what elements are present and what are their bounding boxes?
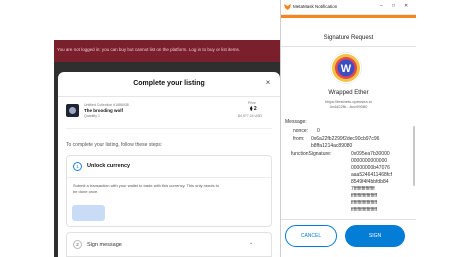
complete-listing-modal: Complete your listing × Untitled Collect…: [58, 72, 280, 257]
field-key: functionSignature:: [291, 151, 332, 157]
sign-button[interactable]: SIGN: [345, 225, 405, 247]
field-value: ffffffffffffffffffff: [351, 193, 378, 199]
maximize-icon[interactable]: □: [392, 3, 395, 9]
field-value: 7ffffffffffffffff: [351, 186, 375, 192]
minimize-icon[interactable]: –: [380, 3, 383, 9]
screen: You are not logged in: you can buy but c…: [0, 0, 465, 257]
item-name: The brooding wolf: [84, 108, 123, 113]
price-value: ⧫ 2: [250, 106, 257, 112]
field-value: 00000000b47076: [351, 165, 390, 171]
network-bar: [281, 15, 416, 18]
field-value: b8ffa1214ac89080: [311, 143, 353, 149]
window-title: MetaMask Notification: [293, 4, 338, 9]
field-value: ffffffffffffffffffff: [351, 200, 378, 206]
item-thumbnail: [66, 104, 79, 117]
price-usd: $4,977.24 USD: [238, 114, 262, 118]
field-value: 0x095ea7b30000: [351, 151, 390, 157]
field-value: ffffffffffffffffffff: [351, 207, 378, 213]
message-scrollbar[interactable]: [413, 126, 415, 186]
step-number: 2: [73, 240, 82, 249]
field-key: nonce:: [293, 128, 309, 134]
step-title: Unlock currency: [87, 163, 131, 169]
step-number: 1: [73, 162, 82, 171]
price-label: Price: [248, 101, 256, 105]
chevron-down-icon[interactable]: ⌄: [249, 240, 253, 246]
footer-divider: [281, 219, 416, 220]
field-key: from:: [293, 136, 305, 142]
cancel-button[interactable]: CANCEL: [285, 225, 337, 247]
item-quantity: Quantity 1: [84, 114, 100, 118]
instructions: To complete your listing, follow these s…: [66, 142, 163, 148]
close-icon[interactable]: ✕: [404, 3, 408, 9]
message-box[interactable]: nonce: 0 from: 0x6a22fb2299f2dec90cb97c9…: [285, 126, 412, 214]
metamask-fox-icon: [284, 4, 291, 10]
step-unlock-currency: 1 Unlock currency Submit a transaction w…: [66, 155, 272, 227]
message-label: Message:: [285, 119, 307, 125]
metamask-window: MetaMask Notification – □ ✕ Signature Re…: [280, 0, 416, 257]
field-value: 8549f4f4bbfdb84: [351, 179, 389, 185]
account-address: 0x4d22fb...Acc99080: [329, 104, 368, 109]
header-divider: [281, 46, 416, 47]
svg-text:W: W: [341, 63, 352, 75]
step-title: Sign message: [87, 242, 122, 248]
close-icon[interactable]: ×: [263, 78, 273, 88]
field-value: 0: [317, 128, 320, 134]
banner-text: You are not logged in: you can buy but c…: [57, 47, 240, 52]
modal-title: Complete your listing: [133, 80, 205, 87]
item-collection: Untitled Collection #1686938: [84, 103, 129, 107]
field-value: 0x6a22fb2299f2dec90cb97c96: [311, 136, 380, 142]
field-value: 0000000000000: [351, 158, 388, 164]
item-divider: [66, 128, 272, 129]
step-divider: [67, 177, 271, 178]
token-name: Wrapped Ether: [328, 90, 369, 96]
step-description: Submit a transaction with your wallet to…: [73, 183, 219, 194]
field-value: aaa5246411468fcf: [351, 172, 393, 178]
weth-token-icon: W: [330, 52, 362, 84]
modal-divider: [58, 96, 280, 97]
step-sign-message[interactable]: 2 Sign message ⌄: [66, 232, 272, 257]
unlock-button-loading[interactable]: [72, 205, 105, 221]
signature-request-header: Signature Request: [323, 35, 374, 41]
login-banner: You are not logged in: you can buy but c…: [54, 40, 286, 62]
wolf-image-icon: [69, 107, 76, 114]
window-titlebar: MetaMask Notification – □ ✕: [281, 0, 416, 15]
